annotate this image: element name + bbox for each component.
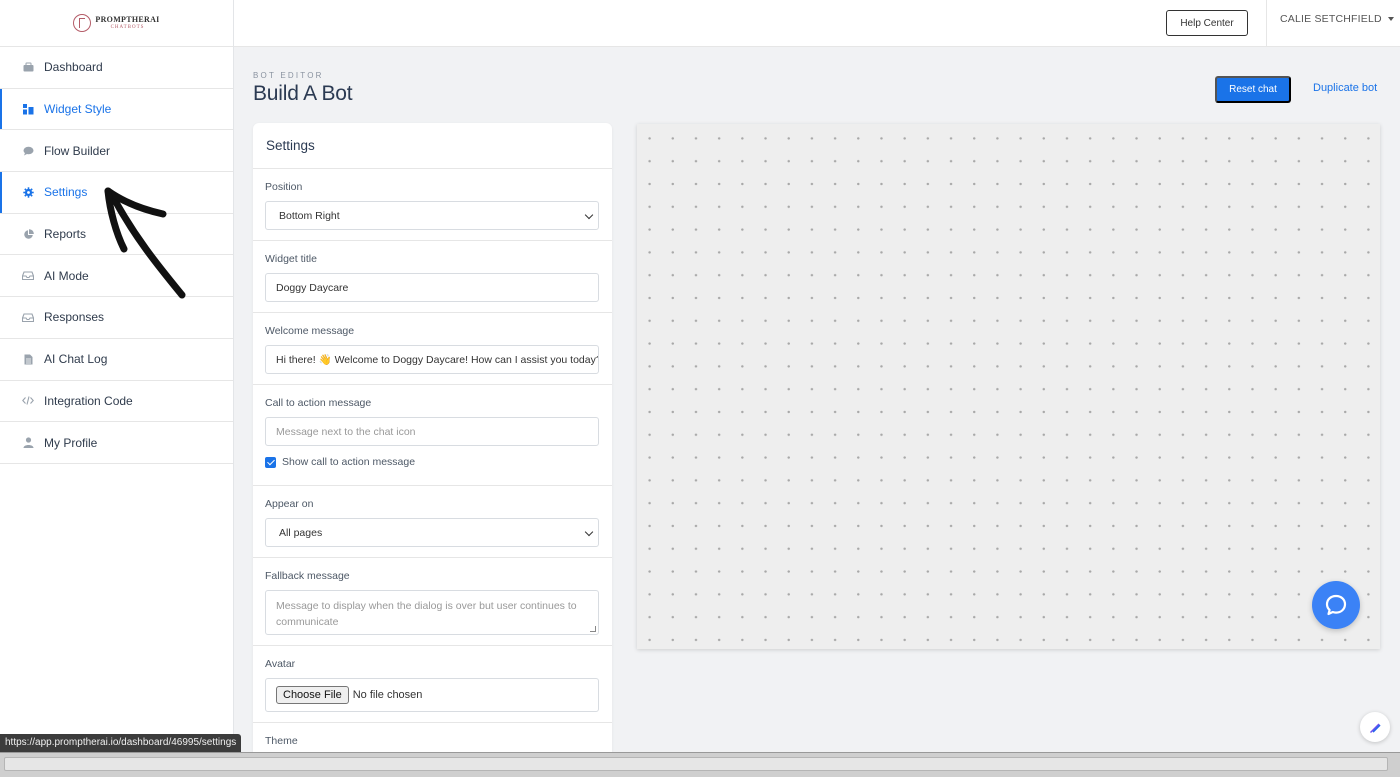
sidebar-item-responses[interactable]: Responses <box>0 297 233 339</box>
chevron-down-icon <box>584 210 594 220</box>
sidebar-item-label: AI Mode <box>44 268 89 283</box>
logo-icon <box>73 14 92 32</box>
avatar-file-input[interactable]: Choose File No file chosen <box>265 678 599 712</box>
sidebar-item-label: Integration Code <box>44 393 133 408</box>
reset-chat-button[interactable]: Reset chat <box>1215 76 1291 103</box>
duplicate-bot-link[interactable]: Duplicate bot <box>1313 82 1377 94</box>
position-value: Bottom Right <box>279 209 340 222</box>
user-icon <box>22 437 34 449</box>
fallback-message-label: Fallback message <box>265 570 350 582</box>
appear-on-field: Appear on All pages <box>253 486 612 558</box>
sidebar-item-settings[interactable]: Settings <box>0 172 233 214</box>
sidebar-item-reports[interactable]: Reports <box>0 214 233 256</box>
bottom-bar <box>4 757 1388 771</box>
edit-tool-button[interactable] <box>1360 712 1390 742</box>
avatar-field: Avatar Choose File No file chosen <box>253 646 612 723</box>
logo[interactable]: PROMPTHERAI CHATBOTS <box>0 0 233 47</box>
sidebar-item-integration-code[interactable]: Integration Code <box>0 381 233 423</box>
inbox-icon <box>22 270 34 282</box>
caret-down-icon <box>1387 17 1394 21</box>
sidebar-item-label: My Profile <box>44 435 98 450</box>
code-icon <box>22 395 34 407</box>
appear-on-label: Appear on <box>265 498 314 510</box>
welcome-message-field: Welcome message Hi there! 👋 Welcome to D… <box>253 313 612 385</box>
sidebar: PROMPTHERAI CHATBOTS Dashboard Widget St… <box>0 0 234 752</box>
settings-panel: Settings Position Bottom Right Widget ti… <box>253 123 612 752</box>
sidebar-item-widget-style[interactable]: Widget Style <box>0 88 233 131</box>
sidebar-item-dashboard[interactable]: Dashboard <box>0 47 233 89</box>
avatar-label: Avatar <box>265 658 296 670</box>
theme-label: Theme <box>265 735 298 747</box>
appear-on-value: All pages <box>279 526 323 539</box>
user-name: CALIE SETCHFIELD <box>1280 13 1382 25</box>
resize-handle-icon[interactable] <box>590 626 596 632</box>
widget-title-field: Widget title Doggy Daycare <box>253 241 612 313</box>
page-eyebrow: BOT EDITOR <box>253 71 324 80</box>
fallback-message-field: Fallback message Message to display when… <box>253 558 612 646</box>
dashboard-icon <box>22 61 34 73</box>
sidebar-item-ai-mode[interactable]: AI Mode <box>0 255 233 298</box>
status-url-tooltip: https://app.promptherai.io/dashboard/469… <box>0 734 242 752</box>
help-center-button[interactable]: Help Center <box>1166 10 1248 36</box>
position-label: Position <box>265 181 303 193</box>
cta-message-label: Call to action message <box>265 397 372 409</box>
cta-message-input[interactable]: Message next to the chat icon <box>265 417 599 446</box>
pie-chart-icon <box>22 228 34 240</box>
sidebar-item-label: Settings <box>44 185 88 200</box>
user-menu[interactable]: CALIE SETCHFIELD <box>1280 13 1394 25</box>
widget-icon <box>22 103 34 115</box>
chevron-down-icon <box>584 527 594 537</box>
logo-name: PROMPTHERAI <box>95 15 160 24</box>
show-cta-checkbox[interactable] <box>265 456 276 468</box>
chat-bubble-icon <box>22 145 34 157</box>
widget-title-input[interactable]: Doggy Daycare <box>265 273 599 302</box>
chat-launcher-button[interactable] <box>1312 581 1360 629</box>
sidebar-item-label: Reports <box>44 227 87 242</box>
settings-title: Settings <box>253 123 612 169</box>
sidebar-item-label: Responses <box>44 310 105 325</box>
window-bottom-frame <box>0 752 1400 777</box>
top-bar: Help Center CALIE SETCHFIELD <box>234 0 1400 47</box>
position-select[interactable]: Bottom Right <box>265 201 599 230</box>
chat-bubble-icon <box>1325 594 1347 616</box>
document-icon <box>22 353 34 365</box>
file-status: No file chosen <box>352 689 423 701</box>
pen-icon <box>1370 723 1381 733</box>
welcome-message-input[interactable]: Hi there! 👋 Welcome to Doggy Daycare! Ho… <box>265 345 599 374</box>
sidebar-item-label: AI Chat Log <box>44 352 108 367</box>
choose-file-button[interactable]: Choose File <box>276 686 349 704</box>
page-title: Build A Bot <box>253 82 353 105</box>
show-cta-row: Show call to action message <box>265 456 600 468</box>
sidebar-item-my-profile[interactable]: My Profile <box>0 422 233 464</box>
preview-canvas <box>637 124 1380 649</box>
fallback-placeholder: Message to display when the dialog is ov… <box>276 600 577 628</box>
inbox-icon <box>22 311 34 323</box>
sidebar-item-label: Flow Builder <box>44 143 111 158</box>
widget-title-label: Widget title <box>265 253 317 265</box>
logo-mark: PROMPTHERAI CHATBOTS <box>73 14 159 32</box>
theme-field: Theme <box>253 723 612 752</box>
show-cta-label[interactable]: Show call to action message <box>282 456 415 468</box>
fallback-message-textarea[interactable]: Message to display when the dialog is ov… <box>265 590 599 635</box>
appear-on-select[interactable]: All pages <box>265 518 599 547</box>
sidebar-item-ai-chat-log[interactable]: AI Chat Log <box>0 339 233 381</box>
welcome-message-label: Welcome message <box>265 325 355 337</box>
sidebar-item-flow-builder[interactable]: Flow Builder <box>0 130 233 173</box>
sidebar-item-label: Widget Style <box>44 102 112 117</box>
divider <box>1266 0 1267 47</box>
gear-icon <box>22 186 34 198</box>
sidebar-item-label: Dashboard <box>44 60 103 75</box>
logo-subtitle: CHATBOTS <box>110 25 145 30</box>
cta-message-field: Call to action message Message next to t… <box>253 385 612 486</box>
position-field: Position Bottom Right <box>253 169 612 241</box>
